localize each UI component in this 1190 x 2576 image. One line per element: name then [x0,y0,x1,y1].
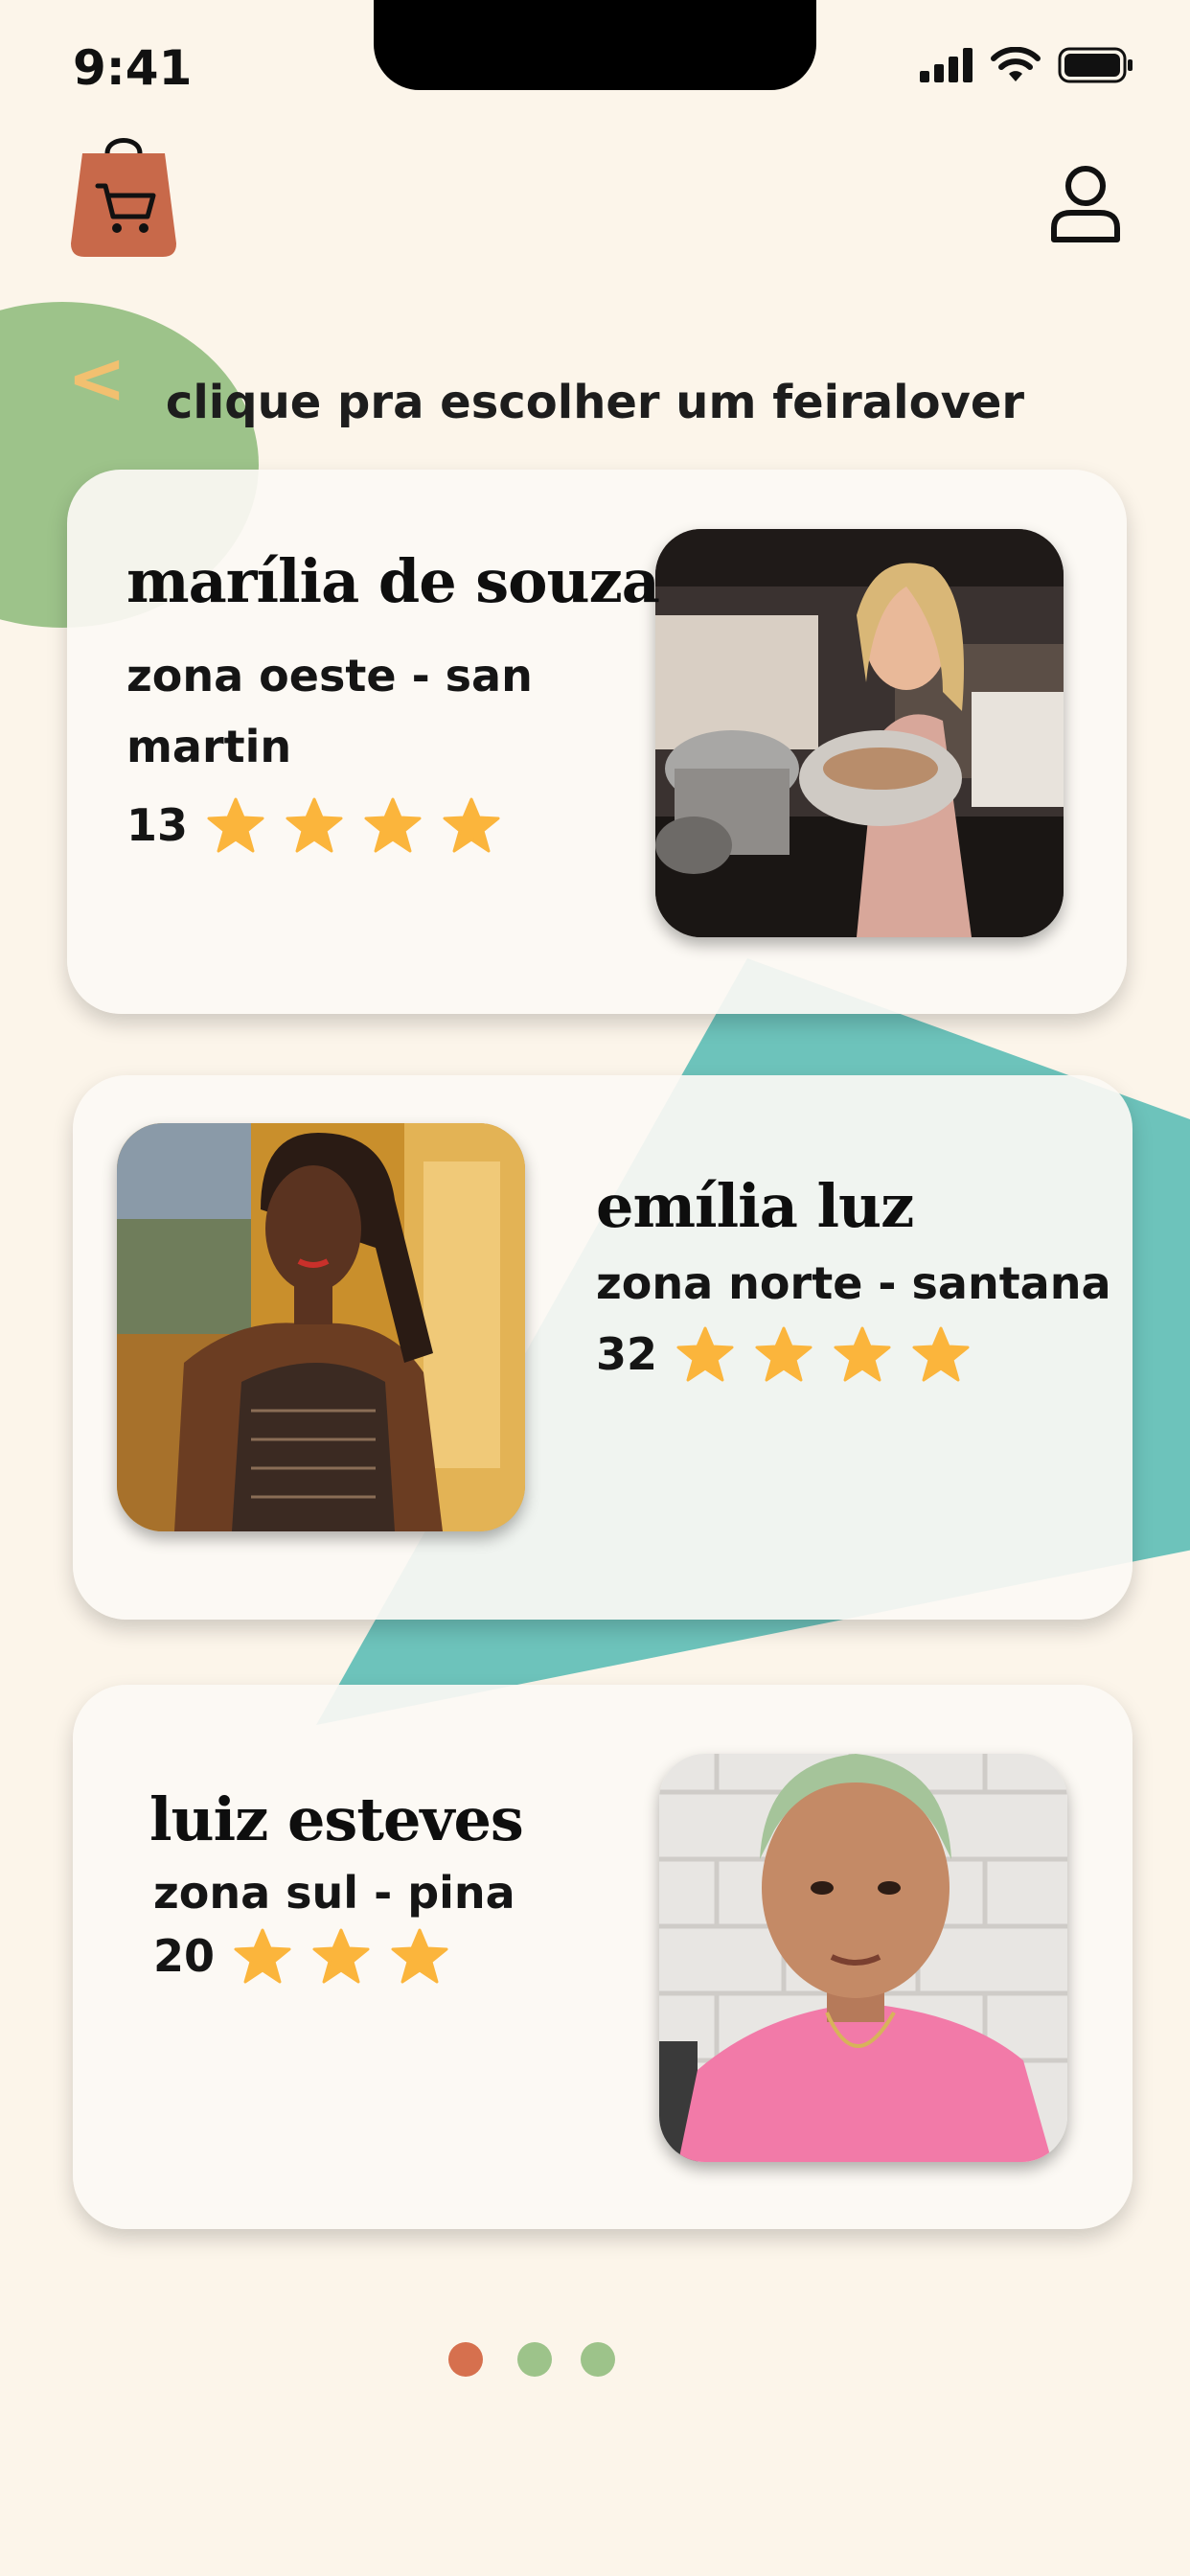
star-icon [755,1326,812,1382]
pagination-dot[interactable] [448,2342,483,2377]
star-icon [834,1326,891,1382]
star-icon [234,1928,291,1984]
status-time: 9:41 [73,40,193,96]
stars [676,1326,970,1382]
feiralover-card[interactable]: luiz esteves zona sul - pina 20 [73,1685,1133,2229]
star-icon [286,797,343,853]
feiralover-card[interactable]: emília luz zona norte - santana 32 [73,1075,1133,1620]
rating-count: 13 [126,799,189,851]
star-icon [912,1326,970,1382]
profile-photo [117,1123,525,1531]
notch [374,0,816,90]
stars [207,797,500,853]
feiralover-card[interactable]: marília de souza zona oeste - san martin… [67,470,1127,1014]
status-icons [920,46,1134,84]
user-icon[interactable] [1050,165,1121,243]
star-icon [364,797,422,853]
feiralover-name: luiz esteves [149,1784,524,1854]
feiralover-zone: zona norte - santana [596,1257,1111,1309]
feiralover-name: emília luz [596,1171,914,1241]
star-icon [443,797,500,853]
signal-icon [920,48,973,82]
feiralover-zone: zona oeste - san martin [126,650,533,772]
star-icon [207,797,264,853]
battery-icon [1058,47,1133,83]
feiralover-name: marília de souza [126,546,660,616]
wifi-icon [991,47,1041,81]
pagination-dot[interactable] [581,2342,615,2377]
rating-count: 32 [596,1328,658,1380]
screen: 9:41 < clique pra escolher um feiralover… [0,0,1190,2576]
rating: 32 [596,1326,970,1382]
feiralover-zone: zona sul - pina [153,1867,515,1919]
profile-photo [655,529,1064,937]
pagination-dot[interactable] [517,2342,552,2377]
page-subtitle: clique pra escolher um feiralover [165,376,1025,429]
rating: 20 [153,1928,448,1984]
rating-count: 20 [153,1930,216,1982]
stars [234,1928,448,1984]
star-icon [391,1928,448,1984]
profile-photo [659,1754,1067,2162]
shopping-bag-cart-icon[interactable] [69,130,178,257]
rating: 13 [126,797,500,853]
star-icon [312,1928,370,1984]
star-icon [676,1326,734,1382]
